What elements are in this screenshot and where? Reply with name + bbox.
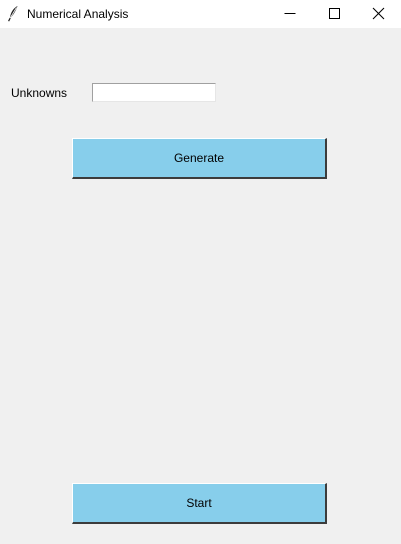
maximize-button[interactable] xyxy=(311,0,357,28)
generate-button[interactable]: Generate xyxy=(72,138,327,179)
close-button[interactable] xyxy=(355,0,401,28)
maximize-icon xyxy=(329,8,340,19)
start-button-label: Start xyxy=(186,496,212,510)
minimize-button[interactable] xyxy=(267,0,313,28)
window-title: Numerical Analysis xyxy=(27,7,129,21)
minimize-icon xyxy=(284,13,296,14)
title-bar: Numerical Analysis xyxy=(0,0,401,28)
feather-icon xyxy=(7,5,19,22)
close-icon xyxy=(372,7,385,20)
start-button[interactable]: Start xyxy=(72,483,327,524)
unknowns-input[interactable] xyxy=(92,83,216,102)
unknowns-label: Unknowns xyxy=(11,86,68,100)
generate-button-label: Generate xyxy=(173,151,225,165)
